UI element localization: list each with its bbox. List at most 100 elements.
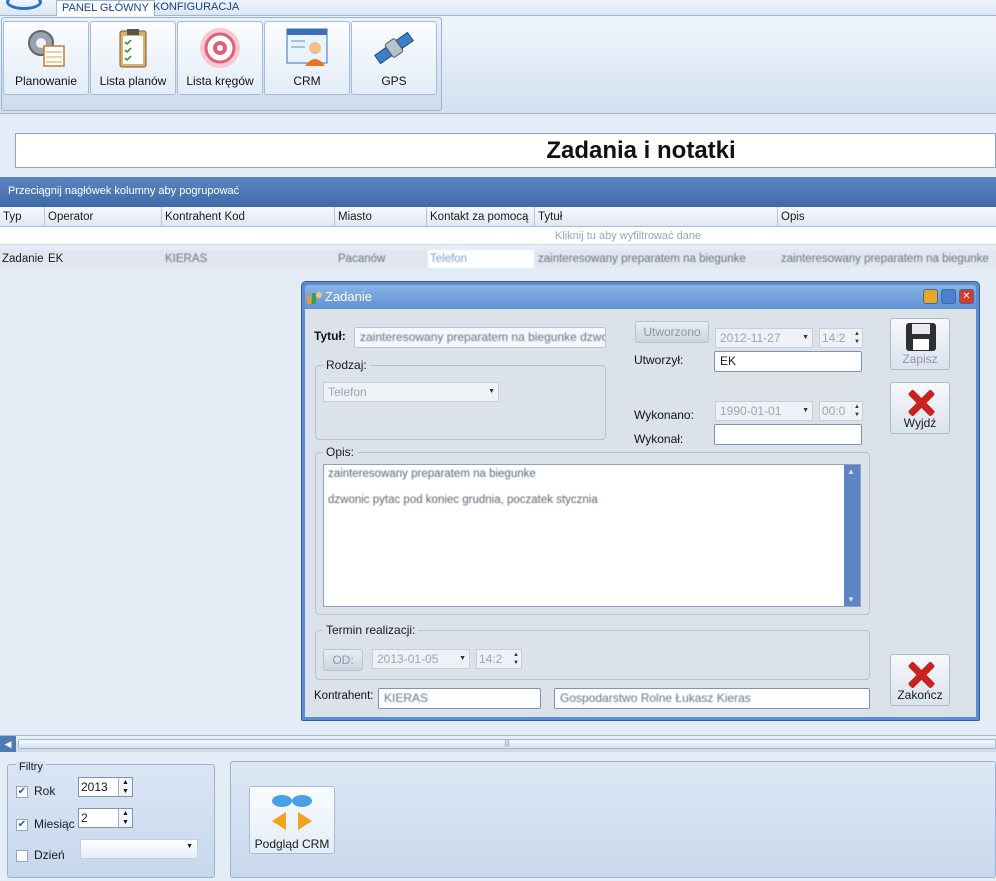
wykonano-date-picker[interactable]: 1990-01-01 ▼	[715, 401, 813, 421]
lista-planow-button[interactable]: Lista planów	[90, 21, 176, 95]
utworzyl-field[interactable]: EK	[714, 351, 862, 372]
maximize-icon[interactable]	[941, 289, 956, 304]
filters-title: Filtry	[16, 761, 46, 773]
kontrahent-label: Kontrahent:	[314, 690, 374, 702]
dialog-title-bar[interactable]: Zadanie ✕	[305, 285, 976, 309]
cell-tytul: zainteresowany preparatem na biegunke	[538, 253, 746, 265]
opis-textarea[interactable]: zainteresowany preparatem na biegunke dz…	[323, 464, 861, 607]
utworzono-date: 2012-11-27	[720, 331, 781, 345]
crm-preview-icon	[272, 795, 312, 830]
minimize-icon[interactable]	[923, 289, 938, 304]
column-header-kontakt[interactable]: Kontakt za pomocą	[427, 207, 535, 227]
crm-label: CRM	[293, 74, 321, 88]
kontrahent-name-field[interactable]: Gospodarstwo Rolne Łukasz Kieras	[554, 688, 870, 709]
wykonano-label: Wykonano:	[634, 408, 694, 422]
red-x-icon	[905, 659, 937, 691]
opis-line-2: dzwonic pytac pod koniec grudnia, poczat…	[328, 494, 598, 506]
utworzono-date-picker[interactable]: 2012-11-27 ▼	[715, 328, 813, 348]
scroll-left-arrow-icon[interactable]: ◀	[0, 736, 16, 752]
satellite-icon	[374, 31, 414, 65]
rok-spin-arrows-icon[interactable]: ▲ ▼	[118, 778, 132, 796]
grid-filter-row[interactable]: Kliknij tu aby wyfiltrować dane	[0, 227, 996, 245]
dialog-title: Zadanie	[325, 289, 372, 304]
exit-button[interactable]: Wyjdź	[890, 382, 950, 434]
gps-button[interactable]: GPS	[351, 21, 437, 95]
page-title: Zadania i notatki	[546, 137, 736, 164]
tab-konfiguracja[interactable]: KONFIGURACJA	[148, 0, 244, 16]
miesiac-spin-arrows-icon[interactable]: ▲ ▼	[118, 809, 132, 827]
chevron-down-icon: ▼	[459, 655, 466, 662]
kontrahent-name: Gospodarstwo Rolne Łukasz Kieras	[560, 691, 751, 705]
crm-button[interactable]: CRM	[264, 21, 350, 95]
filter-hint: Kliknij tu aby wyfiltrować dane	[554, 230, 702, 242]
save-button[interactable]: Zapisz	[890, 318, 950, 370]
spin-arrows-icon[interactable]: ▲ ▼	[513, 651, 519, 667]
termin-time-stepper[interactable]: 14:2 ▲ ▼	[476, 649, 522, 669]
grid-column-headers: Typ Operator Kontrahent Kod Miasto Konta…	[0, 207, 996, 227]
target-circles-icon	[200, 28, 240, 68]
scroll-thumb[interactable]: |||	[18, 739, 996, 749]
utworzono-time: 14:2	[822, 331, 846, 345]
group-by-panel[interactable]: Przeciągnij nagłówek kolumny aby pogrupo…	[0, 177, 996, 207]
planowanie-label: Planowanie	[14, 74, 78, 88]
miesiac-stepper[interactable]: 2 ▲ ▼	[78, 808, 133, 828]
rok-value: 2013	[81, 780, 108, 794]
column-header-operator[interactable]: Operator	[45, 207, 162, 227]
horizontal-scrollbar[interactable]: ◀ |||	[0, 735, 996, 752]
utworzyl-value: EK	[720, 354, 737, 368]
column-header-miasto[interactable]: Miasto	[335, 207, 427, 227]
opis-vertical-scrollbar[interactable]: ▲ ▼	[844, 465, 860, 606]
dzien-checkbox[interactable]	[16, 850, 28, 862]
page-title-box: Zadania i notatki	[15, 133, 996, 168]
scroll-up-icon[interactable]: ▲	[847, 467, 855, 476]
rodzaj-dropdown[interactable]: Telefon ▼	[323, 382, 499, 402]
wykonano-time-stepper[interactable]: 00:0 ▲ ▼	[819, 401, 863, 421]
rodzaj-label: Rodzaj:	[323, 358, 370, 372]
cell-operator: EK	[48, 253, 64, 265]
planowanie-button[interactable]: Planowanie	[3, 21, 89, 95]
column-header-opis[interactable]: Opis	[778, 207, 996, 227]
table-row[interactable]: Zadanie EK KIERAS Pacanów Telefon zainte…	[0, 250, 996, 268]
termin-label: Termin realizacji:	[323, 623, 419, 637]
column-header-typ[interactable]: Typ	[0, 207, 45, 227]
termin-group: Termin realizacji: OD: 2013-01-05 ▼ 14:2…	[315, 623, 870, 680]
podglad-crm-button[interactable]: Podgląd CRM	[249, 786, 335, 854]
termin-date: 2013-01-05	[377, 652, 439, 666]
wykonal-field[interactable]	[714, 424, 862, 445]
tab-panel-glowny[interactable]: PANEL GŁÓWNY	[56, 0, 155, 16]
spin-arrows-icon[interactable]: ▲ ▼	[854, 403, 860, 419]
lista-kregow-button[interactable]: Lista kręgów	[177, 21, 263, 95]
tytul-value: zainteresowany preparatem na biegunke dz…	[360, 330, 606, 344]
spin-arrows-icon[interactable]: ▲ ▼	[854, 330, 860, 346]
utworzono-time-stepper[interactable]: 14:2 ▲ ▼	[819, 328, 863, 348]
column-header-tytul[interactable]: Tytuł	[535, 207, 778, 227]
floppy-disk-icon	[906, 323, 936, 351]
miesiac-label: Miesiąc	[34, 817, 75, 831]
dzien-label: Dzień	[34, 848, 65, 862]
termin-date-picker[interactable]: 2013-01-05 ▼	[372, 649, 470, 669]
tytul-field[interactable]: zainteresowany preparatem na biegunke dz…	[354, 327, 606, 348]
dzien-dropdown[interactable]: ▼	[80, 839, 198, 859]
rodzaj-group: Rodzaj: Telefon ▼	[315, 358, 606, 440]
rok-checkbox[interactable]: ✔	[16, 786, 28, 798]
tytul-label: Tytuł:	[314, 329, 346, 343]
app-logo-icon[interactable]	[6, 0, 42, 10]
finish-button[interactable]: Zakończ	[890, 654, 950, 706]
chevron-down-icon: ▼	[186, 843, 193, 850]
rok-stepper[interactable]: 2013 ▲ ▼	[78, 777, 133, 797]
od-button[interactable]: OD:	[323, 649, 363, 671]
ribbon-tab-bar: PANEL GŁÓWNY KONFIGURACJA	[0, 0, 996, 16]
column-header-kontrahent-kod[interactable]: Kontrahent Kod	[162, 207, 335, 227]
wykonano-time: 00:0	[822, 404, 846, 418]
utworzyl-label: Utworzył:	[634, 353, 684, 367]
zadanie-dialog: Zadanie ✕ Tytuł: zainteresowany preparat…	[301, 281, 980, 721]
dialog-body: Tytuł: zainteresowany preparatem na bieg…	[305, 309, 976, 717]
exit-label: Wyjdź	[903, 416, 937, 430]
close-icon[interactable]: ✕	[959, 289, 974, 304]
kontrahent-code-field[interactable]: KIERAS	[378, 688, 541, 709]
utworzono-button[interactable]: Utworzono	[635, 321, 709, 343]
miesiac-checkbox[interactable]: ✔	[16, 819, 28, 831]
scroll-down-icon[interactable]: ▼	[847, 595, 855, 604]
gps-label: GPS	[381, 74, 407, 88]
termin-time: 14:2	[479, 652, 503, 666]
